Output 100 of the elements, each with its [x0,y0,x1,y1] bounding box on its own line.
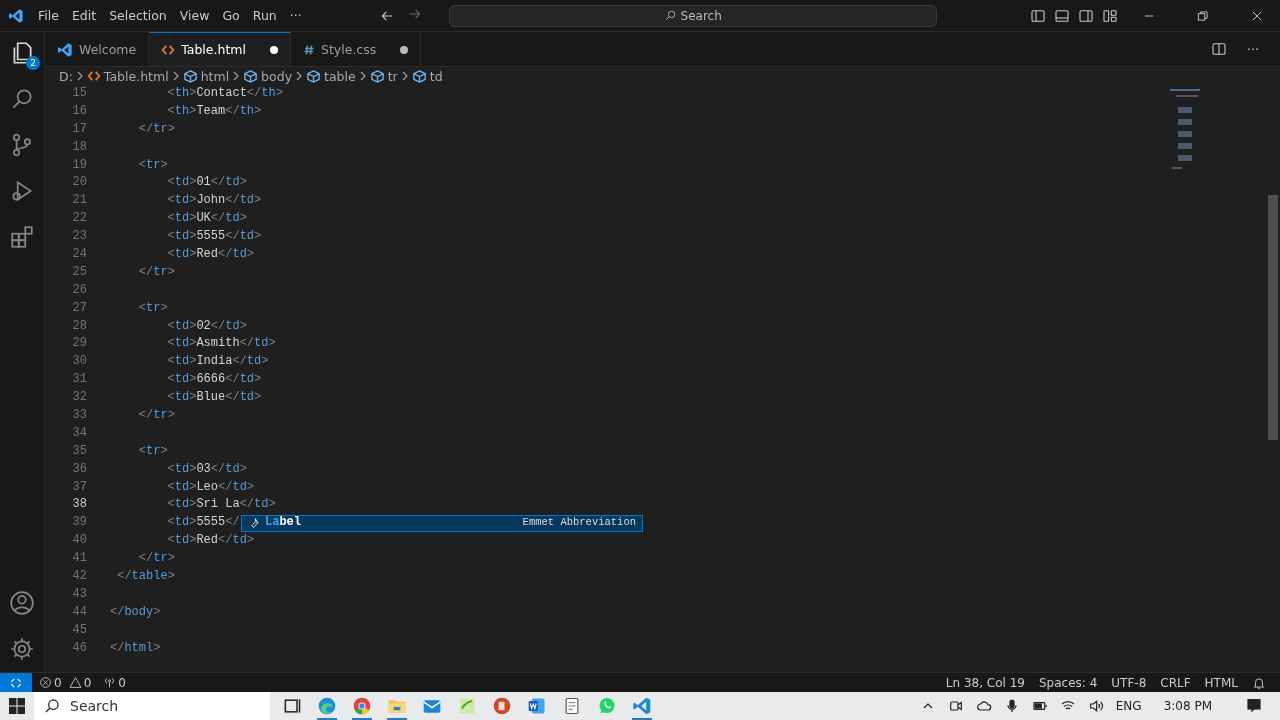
line-number: 19 [71,156,87,174]
language-indicator[interactable]: ENG [1115,699,1142,713]
breadcrumb-item[interactable]: D: [59,68,73,84]
line-number: 36 [71,460,87,478]
speaker-icon[interactable] [1087,698,1104,714]
cube-icon [243,68,259,84]
code-line: <th>Contact</th> [166,85,283,102]
document-icon[interactable] [527,696,547,716]
breadcrumb-item[interactable]: tr [387,68,398,84]
settings-icon[interactable] [9,636,35,662]
more-actions-button[interactable]: ··· [1241,38,1265,60]
status-item[interactable]: HTML [1204,675,1238,690]
chevron-icon [171,71,180,81]
bell-icon[interactable] [1252,675,1266,690]
status-item[interactable]: CRLF [1160,675,1191,690]
line-number: 21 [71,192,87,210]
line-number: 45 [71,621,87,639]
clock[interactable]: 3:08 PM [1163,699,1212,713]
code-line: <td>Leo</td> [166,478,255,496]
code-line: </body> [110,603,161,621]
suggestion-item[interactable]: Label Emmet Abbreviation [241,514,643,532]
code-line: <th>Team</th> [166,102,262,120]
menu-item[interactable]: ··· [283,5,308,26]
editor-tab[interactable]: Table.html [149,32,291,66]
taskbar-search-field[interactable]: Search [34,692,270,720]
code-line: </tr> [137,120,175,138]
ports-count[interactable]: 0 [118,675,126,690]
windows-logo-icon[interactable] [9,698,25,714]
line-number: 15 [71,85,87,102]
notifications-icon[interactable] [1246,696,1262,713]
line-number: 43 [71,585,87,603]
status-item[interactable]: UTF-8 [1111,675,1147,690]
status-item[interactable]: Ln 38, Col 19 [945,675,1025,690]
line-number: 41 [71,550,87,568]
breadcrumb-item[interactable]: td [429,68,443,84]
line-number: 16 [71,102,87,120]
presentation-icon[interactable] [492,696,512,716]
cloud-icon[interactable] [975,698,992,714]
breadcrumb-item[interactable]: html [200,68,230,84]
panel-toggle-icon[interactable] [1054,7,1070,24]
menu-item[interactable]: File [32,5,65,26]
line-number: 20 [71,174,87,192]
command-search-field[interactable]: Search [448,4,937,27]
browser-icon[interactable] [352,696,372,716]
code-line: <td>UK</td> [166,210,247,228]
code-line: <tr> [137,299,168,317]
line-number: 17 [71,120,87,138]
code-line: <tr> [137,442,168,460]
status-item[interactable]: Spaces: 4 [1039,675,1098,690]
line-number: 39 [71,514,87,532]
remote-button[interactable] [0,672,32,693]
layout-icon[interactable] [1102,7,1118,24]
line-number: 29 [71,335,87,353]
warning-icon [68,676,82,689]
code-line: <td>02</td> [166,317,247,335]
line-number: 28 [71,317,87,335]
sidebar-toggle-icon[interactable] [1030,7,1046,24]
error-count[interactable]: 0 [54,675,62,690]
menu-item[interactable]: Edit [65,5,103,26]
chevron-icon [295,71,304,81]
swirl-icon[interactable] [317,696,337,716]
camera-icon[interactable] [947,698,964,714]
hash-icon [302,42,315,57]
line-number: 44 [71,603,87,621]
count-badge: 2 [26,56,40,70]
chevron-icon [400,71,409,81]
vscode-logo-icon [8,7,24,24]
warning-count[interactable]: 0 [83,675,92,690]
code-line: <tr> [137,156,168,174]
cube-icon [306,68,322,84]
line-number: 31 [71,371,87,389]
code-line: <td>Sri La</td> [166,496,276,514]
line-number: 22 [71,210,87,228]
editor-tab[interactable]: Style.css [290,32,422,66]
split-editor-icon[interactable] [1211,41,1228,57]
code-line: <td>Red</td> [166,532,255,550]
task-view-icon[interactable] [282,696,302,716]
breadcrumb-item[interactable]: Table.html [103,68,169,84]
chevron-icon [232,71,241,81]
line-number: 24 [71,246,87,263]
restore-icon[interactable] [1196,8,1210,23]
breadcrumb-item[interactable]: table [324,68,356,84]
code-line: <td>Blue</td> [166,389,262,407]
line-number: 26 [71,281,87,299]
line-number: 38 [71,496,87,514]
menu-item[interactable]: Run [246,5,283,26]
code-line: <td>Red</td> [166,246,255,263]
breadcrumb-item[interactable]: body [261,68,293,84]
code-editor-icon[interactable] [632,696,652,716]
scrollbar-thumb[interactable] [1268,195,1278,440]
menu-item[interactable]: Go [216,5,246,26]
search-icon [663,9,677,22]
menu-item[interactable]: Selection [103,5,173,26]
spreadsheet-icon[interactable] [457,696,477,716]
secondary-sidebar-icon[interactable] [1078,7,1094,24]
menu-item[interactable]: View [173,5,216,26]
code-line: </tr> [137,550,175,568]
account-icon[interactable] [9,590,35,616]
extensions-icon[interactable] [9,224,35,250]
code-brackets-icon [161,42,176,57]
